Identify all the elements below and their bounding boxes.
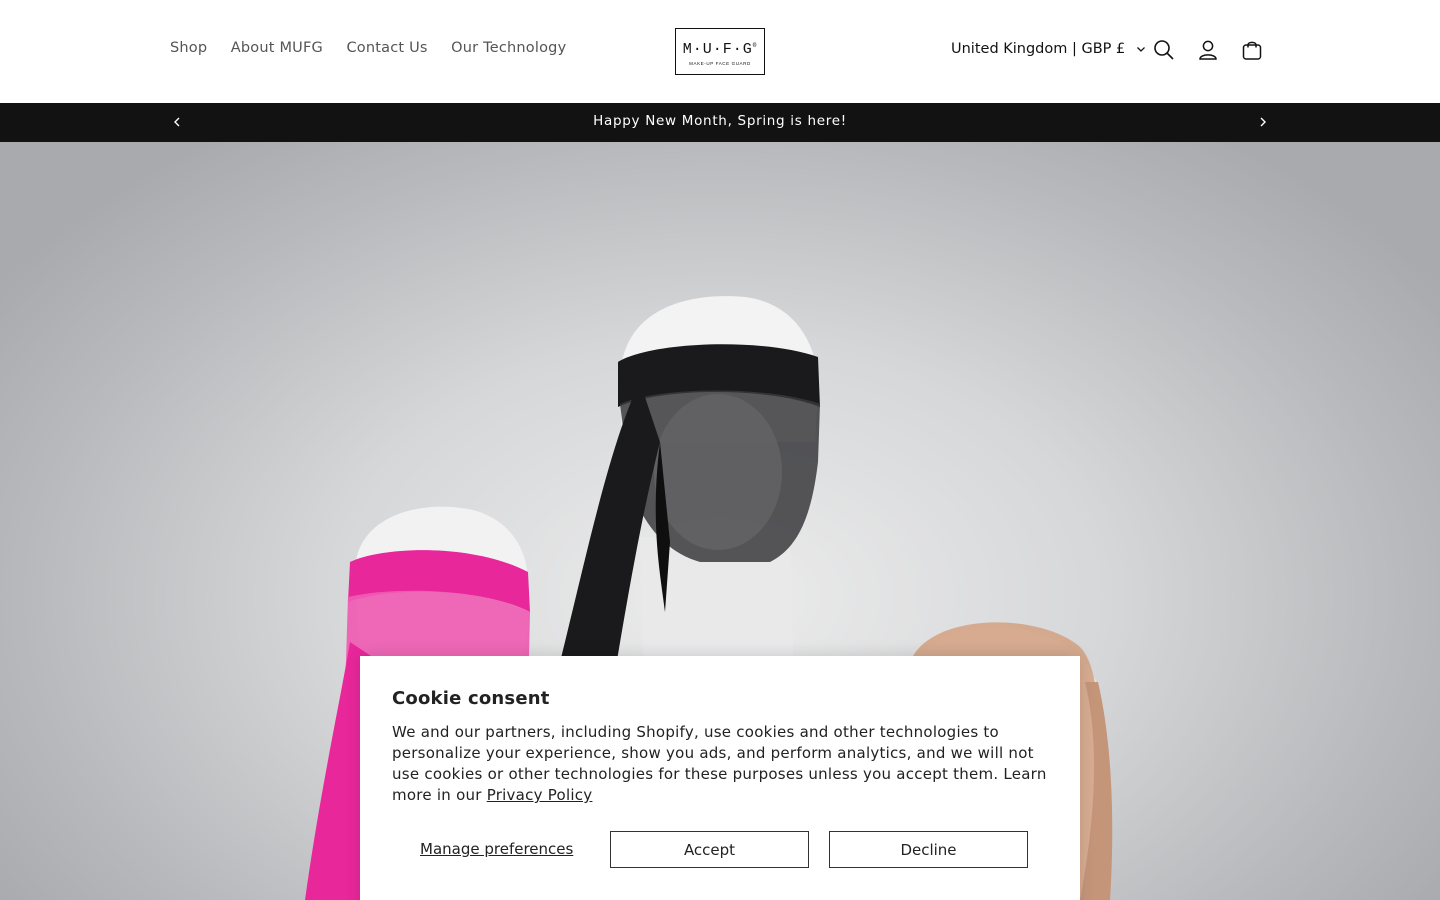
nav-contact[interactable]: Contact Us (346, 40, 427, 56)
chevron-down-icon (1135, 43, 1147, 55)
decline-button[interactable]: Decline (829, 831, 1028, 868)
cookie-consent-dialog: Cookie consent We and our partners, incl… (360, 656, 1080, 900)
privacy-policy-link[interactable]: Privacy Policy (487, 786, 593, 804)
main-nav: Shop About MUFG Contact Us Our Technolog… (170, 40, 590, 56)
cookie-actions: Manage preferences Accept Decline (392, 831, 1048, 868)
site-header: Shop About MUFG Contact Us Our Technolog… (0, 0, 1440, 103)
accept-button[interactable]: Accept (610, 831, 809, 868)
manage-preferences-link[interactable]: Manage preferences (420, 840, 573, 858)
chevron-right-icon[interactable] (1256, 115, 1270, 129)
announcement-bar: Happy New Month, Spring is here! (0, 103, 1440, 142)
cookie-title: Cookie consent (392, 688, 550, 709)
cookie-body: We and our partners, including Shopify, … (392, 722, 1052, 806)
cart-icon[interactable] (1240, 38, 1264, 62)
search-icon[interactable] (1152, 38, 1176, 62)
site-logo[interactable]: M·U·F·G® MAKE-UP FACE GUARD (675, 28, 765, 75)
nav-shop[interactable]: Shop (170, 40, 207, 56)
country-selector-label: United Kingdom | GBP £ (951, 41, 1126, 57)
announcement-text: Happy New Month, Spring is here! (593, 113, 847, 129)
logo-tagline: MAKE-UP FACE GUARD (689, 60, 751, 66)
account-icon[interactable] (1196, 38, 1220, 62)
nav-about[interactable]: About MUFG (231, 40, 323, 56)
logo-wordmark: M·U·F·G® (682, 40, 758, 58)
country-selector[interactable]: United Kingdom | GBP £ (951, 41, 1147, 57)
nav-technology[interactable]: Our Technology (451, 40, 566, 56)
